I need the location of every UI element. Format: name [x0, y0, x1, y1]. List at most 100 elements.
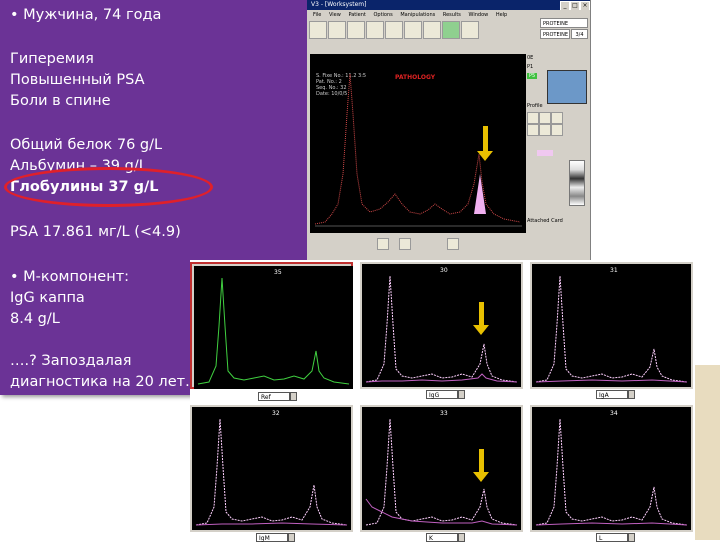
menu-view[interactable]: View [329, 12, 341, 18]
reference-trace [535, 275, 688, 383]
sidebar-button[interactable] [527, 112, 539, 124]
tool-cut-icon[interactable] [385, 21, 403, 39]
menu-window[interactable]: Window [469, 12, 489, 18]
subtracted-trace [365, 373, 518, 383]
window-titlebar: V3 - [Worksystem] _ □ × [307, 0, 590, 11]
code-label: P1 [527, 64, 534, 70]
electrophoresis-window: V3 - [Worksystem] _ □ × File View Patien… [307, 0, 591, 262]
panel-iga[interactable]: 31 IgA [530, 262, 693, 399]
menu-patient[interactable]: Patient [348, 12, 365, 18]
sidebar-button[interactable] [539, 112, 551, 124]
antiserum-select[interactable]: L [596, 533, 628, 542]
chevron-down-icon[interactable] [290, 392, 297, 401]
reference-trace [365, 418, 518, 526]
gel-strip-image [569, 160, 585, 206]
arrow-shaft [483, 126, 488, 152]
tool-edit-icon[interactable] [366, 21, 384, 39]
m-component-heading: • M-компонент: [10, 269, 130, 285]
subtracted-trace [365, 498, 518, 526]
reference-trace [365, 275, 518, 383]
conclusion-line-2: диагностика на 20 лет. [10, 374, 190, 390]
sidebar-button[interactable] [527, 124, 539, 136]
chevron-down-icon[interactable] [458, 533, 465, 542]
tool-grid-icon[interactable] [442, 21, 460, 39]
menu-results[interactable]: Results [443, 12, 461, 18]
main-densitogram: S. Fixe No.: 11.2 3:5 Pat. No.: 2 Seq. N… [310, 54, 526, 233]
panel-lambda[interactable]: 34 L [530, 405, 693, 542]
main-trace-svg [314, 73, 522, 227]
subtracted-trace [195, 522, 348, 526]
profile-label: Profile [527, 103, 543, 109]
sidebar-button[interactable] [551, 112, 563, 124]
panel-screen: 35 [194, 266, 353, 389]
antiserum-select[interactable]: IgM [256, 533, 288, 542]
sidebar-button[interactable] [551, 124, 563, 136]
arrow-down-icon [477, 151, 493, 161]
trace-svg [195, 418, 348, 526]
symptom-back-pain: Боли в спине [10, 93, 111, 109]
chevron-down-icon[interactable] [288, 533, 295, 542]
trace-svg [535, 275, 688, 383]
ref-trace [197, 277, 350, 385]
psa-value: PSA 17.861 мг/L (<4.9) [10, 224, 181, 240]
panel-screen: 33 [362, 407, 521, 530]
window-title: V3 - [Worksystem] [311, 1, 367, 8]
attached-card-label: Attached Card [527, 218, 563, 224]
control-button[interactable] [377, 238, 389, 250]
graph-controls [307, 236, 537, 250]
code-label: P5 [527, 73, 538, 79]
patient-line: • Мужчина, 74 года [10, 7, 162, 23]
menu-help[interactable]: Help [496, 12, 507, 18]
menu-manipulations[interactable]: Manipulations [400, 12, 435, 18]
m-component-type: IgG каппа [10, 290, 85, 306]
antiserum-select[interactable]: K [426, 533, 458, 542]
symptom-psa: Повышенный PSA [10, 72, 145, 88]
chevron-down-icon[interactable] [628, 533, 635, 542]
toolbar [309, 21, 485, 51]
panel-igm[interactable]: 32 IgM [190, 405, 353, 542]
subtracted-trace [535, 522, 688, 526]
protocol-field-1[interactable]: PROTEINE [540, 18, 588, 28]
page-counter: 3/4 [571, 29, 588, 39]
panel-screen: 32 [192, 407, 351, 530]
panel-screen: 30 [362, 264, 521, 387]
trace-svg [365, 275, 518, 383]
immunotyping-grid: 35 Ref 30 IgG 31 IgA 32 IgM 33 K 34 L [190, 260, 695, 542]
control-button[interactable] [447, 238, 459, 250]
panel-ref[interactable]: 35 Ref [190, 262, 353, 401]
panel-kappa[interactable]: 33 K [360, 405, 523, 542]
antiserum-select[interactable]: IgG [426, 390, 458, 399]
arrow-shaft [479, 302, 484, 326]
main-trace [314, 73, 521, 225]
gel-preview [547, 70, 587, 104]
chevron-down-icon[interactable] [628, 390, 635, 399]
highlight-ellipse [4, 167, 213, 207]
trace-svg [365, 418, 518, 526]
total-protein: Общий белок 76 g/L [10, 137, 163, 153]
tool-curve-icon[interactable] [347, 21, 365, 39]
subtracted-trace [535, 379, 688, 383]
trace-svg [535, 418, 688, 526]
symptom-hyperemia: Гиперемия [10, 51, 94, 67]
protocol-field-2[interactable]: PROTEINE [540, 29, 570, 39]
tool-table-icon[interactable] [423, 21, 441, 39]
fraction-swatch [537, 150, 553, 156]
chevron-down-icon[interactable] [458, 390, 465, 399]
control-button[interactable] [399, 238, 411, 250]
tool-print-icon[interactable] [461, 21, 479, 39]
antiserum-select[interactable]: IgA [596, 390, 628, 399]
m-component-value: 8.4 g/L [10, 311, 60, 327]
tool-scan-icon[interactable] [328, 21, 346, 39]
tool-chart-icon[interactable] [404, 21, 422, 39]
m-spike-fill [474, 174, 486, 214]
reference-trace [535, 418, 688, 526]
menu-options[interactable]: Options [373, 12, 392, 18]
arrow-down-icon [473, 325, 489, 335]
panel-igg[interactable]: 30 IgG [360, 262, 523, 399]
menu-file[interactable]: File [313, 12, 321, 18]
code-label: 0E [527, 55, 534, 61]
conclusion-line-1: ….? Запоздалая [10, 353, 132, 369]
sidebar-button[interactable] [539, 124, 551, 136]
antiserum-select[interactable]: Ref [258, 392, 290, 401]
tool-open-icon[interactable] [309, 21, 327, 39]
